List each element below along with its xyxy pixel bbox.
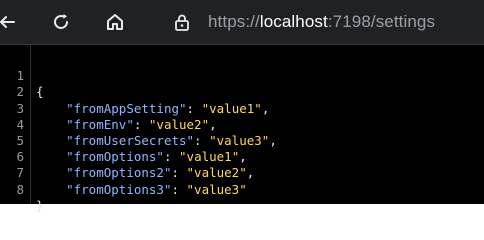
browser-toolbar: https://localhost:7198/settings bbox=[0, 0, 484, 44]
json-comma: , bbox=[209, 116, 217, 132]
code-text: "fromOptions": "value1", bbox=[36, 149, 247, 165]
url-text: https://localhost:7198/settings bbox=[208, 12, 435, 32]
json-separator: : bbox=[171, 165, 187, 181]
code-lines: 1 { 2 "fromAppSetting": "value1", 3 "fro… bbox=[0, 52, 276, 213]
code-text: "fromEnv": "value2", bbox=[36, 117, 217, 133]
json-key: "fromUserSecrets" bbox=[66, 132, 195, 148]
json-value: "value2" bbox=[148, 116, 210, 132]
code-line: 6 "fromOptions2": "value2", bbox=[0, 133, 254, 180]
json-value: "value1" bbox=[201, 100, 262, 116]
json-key: "fromEnv" bbox=[66, 116, 134, 132]
code-line: 2 "fromAppSetting": "value1", bbox=[0, 68, 269, 115]
code-line: 7 "fromOptions3": "value3" bbox=[0, 149, 246, 196]
code-line: 5 "fromOptions": "value1", bbox=[0, 117, 246, 164]
json-separator: : bbox=[194, 132, 210, 148]
code-text: "fromOptions3": "value3" bbox=[36, 182, 247, 198]
json-separator: : bbox=[133, 116, 149, 132]
reload-icon[interactable] bbox=[46, 8, 76, 36]
code-line: 4 "fromUserSecrets": "value3", bbox=[0, 101, 276, 148]
url-host: localhost bbox=[259, 12, 328, 31]
json-key: "fromOptions" bbox=[66, 149, 164, 165]
line-number: 8 bbox=[16, 181, 24, 197]
json-comma: , bbox=[246, 165, 255, 181]
json-key: "fromOptions2" bbox=[66, 165, 172, 181]
close-brace: } bbox=[36, 197, 44, 213]
url-scheme: https:// bbox=[208, 12, 260, 31]
back-arrow-icon[interactable] bbox=[0, 8, 22, 36]
json-key: "fromOptions3" bbox=[66, 181, 172, 197]
json-separator: : bbox=[171, 181, 187, 197]
json-comma: , bbox=[269, 132, 277, 148]
lock-icon[interactable] bbox=[168, 8, 196, 36]
json-separator: : bbox=[163, 149, 180, 165]
code-line: 3 "fromEnv": "value2", bbox=[0, 84, 216, 132]
json-value: "value2" bbox=[186, 165, 247, 181]
json-value: "value3" bbox=[186, 181, 247, 197]
code-line: 1 { bbox=[0, 52, 60, 99]
browser-window: https://localhost:7198/settings 1 { 2 "f… bbox=[0, 0, 484, 213]
url-path: :7198/settings bbox=[327, 12, 436, 31]
code-text: "fromOptions2": "value2", bbox=[36, 165, 254, 181]
json-comma: , bbox=[239, 149, 247, 165]
code-line: 8 } bbox=[0, 165, 60, 213]
json-value: "value1" bbox=[179, 149, 240, 165]
json-separator: : bbox=[186, 100, 202, 116]
code-text: } bbox=[36, 198, 44, 214]
json-key: "fromAppSetting" bbox=[66, 100, 187, 116]
code-text: "fromUserSecrets": "value3", bbox=[36, 133, 277, 149]
address-bar[interactable]: https://localhost:7198/settings bbox=[150, 5, 484, 39]
json-response-view: 1 { 2 "fromAppSetting": "value1", 3 "fro… bbox=[0, 44, 484, 213]
json-comma: , bbox=[261, 100, 270, 116]
json-value: "value3" bbox=[209, 132, 270, 148]
home-icon[interactable] bbox=[100, 8, 130, 36]
code-text: "fromAppSetting": "value1", bbox=[36, 101, 269, 117]
